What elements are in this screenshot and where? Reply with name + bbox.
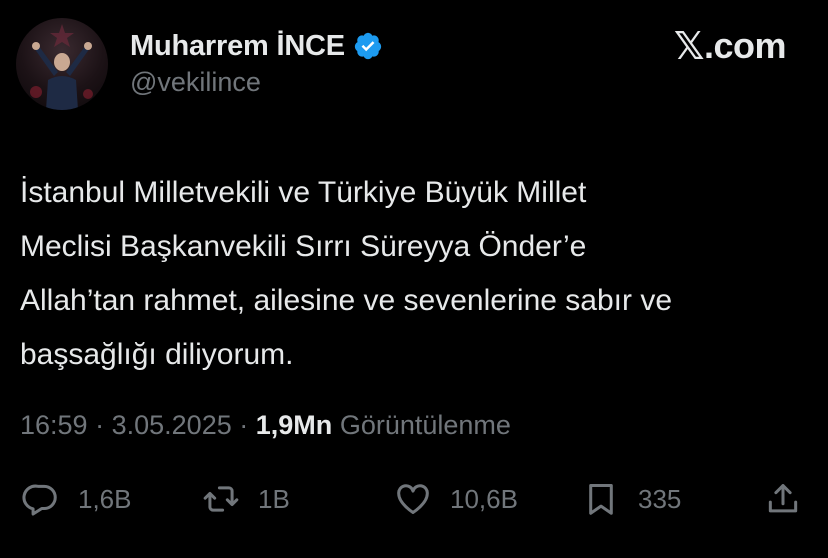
tweet-line: başsağlığı diliyorum. xyxy=(20,338,294,371)
tweet-line: Meclisi Başkanvekili Sırrı Süreyya Önder… xyxy=(20,230,587,263)
author-name-row: Muharrem İNCE xyxy=(130,26,383,66)
verified-badge-icon xyxy=(354,32,382,60)
tweet-meta: 16:59 · 3.05.2025 · 1,9Mn Görüntülenme xyxy=(20,410,511,441)
heart-icon xyxy=(397,484,429,514)
reply-count: 1,6B xyxy=(78,483,132,514)
bookmark-count: 335 xyxy=(638,483,682,514)
author-handle[interactable]: @vekilince xyxy=(130,67,261,98)
x-logo-icon: 𝕏 xyxy=(673,24,705,68)
tweet-actions: 1,6B 1B 10,6B 335 xyxy=(22,474,808,524)
bookmark-icon xyxy=(589,484,613,515)
avatar[interactable] xyxy=(16,18,108,110)
views-label: Görüntülenme xyxy=(339,410,511,440)
like-button[interactable]: 10,6B xyxy=(394,474,518,524)
bookmark-button[interactable]: 335 xyxy=(582,474,681,524)
author-display-name[interactable]: Muharrem İNCE xyxy=(130,30,345,63)
tweet-text: İstanbul Milletvekili ve Türkiye Büyük M… xyxy=(20,166,810,382)
share-button[interactable] xyxy=(764,480,802,518)
meta-separator: · xyxy=(95,410,105,440)
tweet-line: Allah’tan rahmet, ailesine ve sevenlerin… xyxy=(20,284,673,317)
avatar-image xyxy=(30,24,93,110)
repost-icon xyxy=(203,486,239,512)
tweet-time[interactable]: 16:59 xyxy=(20,410,88,440)
reply-button[interactable]: 1,6B xyxy=(22,474,132,524)
reply-icon xyxy=(22,484,57,516)
share-icon xyxy=(768,484,798,513)
repost-button[interactable]: 1B xyxy=(202,474,290,524)
meta-separator: · xyxy=(239,410,249,440)
tweet-line: İstanbul Milletvekili ve Türkiye Büyük M… xyxy=(20,176,587,209)
views-count: 1,9Mn xyxy=(255,410,333,440)
like-count: 10,6B xyxy=(450,483,518,514)
brand-suffix: .com xyxy=(703,25,787,66)
brand-logo: 𝕏 .com xyxy=(673,24,787,68)
repost-count: 1B xyxy=(258,483,290,514)
tweet-date[interactable]: 3.05.2025 xyxy=(112,410,232,440)
